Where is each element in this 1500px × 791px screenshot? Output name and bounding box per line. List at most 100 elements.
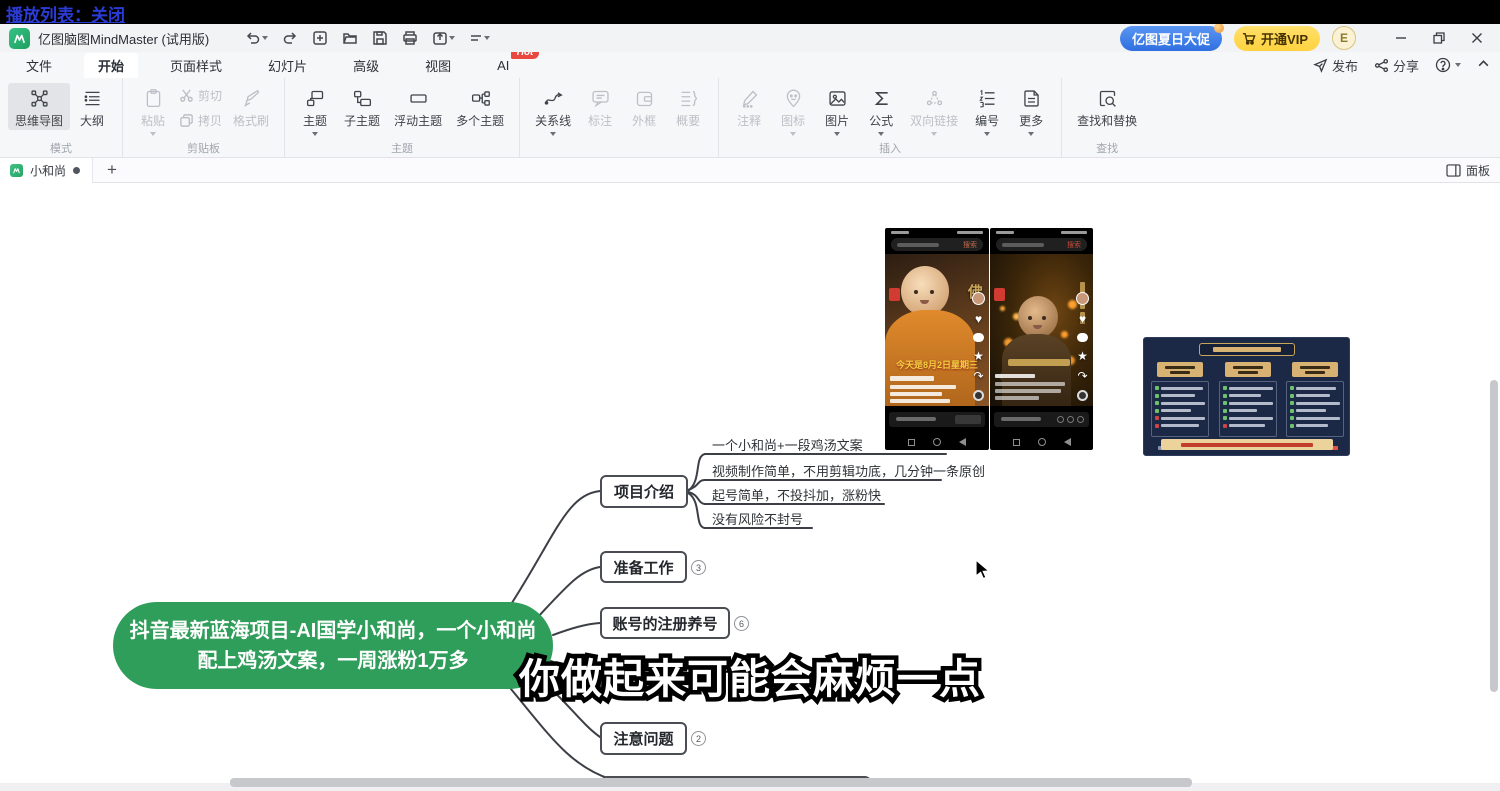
user-avatar[interactable]: E (1332, 26, 1356, 50)
subtopic-item[interactable]: 没有风险不封号 (712, 509, 803, 528)
print-button[interactable] (400, 28, 420, 48)
panel-toggle-button[interactable]: 面板 (1446, 162, 1490, 179)
central-topic[interactable]: 抖音最新蓝海项目-AI国学小和尚，一个小和尚配上鸡汤文案，一周涨粉1万多 (113, 602, 553, 689)
plan-comparison-image[interactable] (1143, 337, 1350, 456)
callout-button[interactable]: 标注 (578, 83, 622, 130)
collapse-badge[interactable]: 3 (691, 560, 706, 575)
share-forward-icon: ↷ (1077, 370, 1087, 382)
action-rail: ♥ ★ ↷ (971, 292, 986, 401)
unsaved-indicator (73, 167, 80, 174)
topic-preparation[interactable]: 准备工作 (600, 551, 687, 583)
subtopic-item[interactable]: 一个小和尚+一段鸡汤文案 (712, 435, 863, 454)
export-button[interactable] (430, 28, 457, 48)
tab-advanced[interactable]: 高级 (339, 53, 393, 78)
comment-button[interactable]: 注释 (727, 83, 771, 130)
group-label-find: 查找 (1062, 140, 1152, 156)
publish-icon (1313, 58, 1328, 73)
topic-attention-issues[interactable]: 注意问题 (600, 722, 687, 755)
plan-bottom-banner (1161, 439, 1333, 450)
minimize-button[interactable] (1386, 26, 1416, 50)
topic-account-register[interactable]: 账号的注册养号 (600, 607, 730, 639)
share-button[interactable]: 分享 (1374, 56, 1419, 75)
new-document-tab-button[interactable]: + (107, 160, 117, 180)
topic-project-intro[interactable]: 项目介绍 (600, 475, 688, 508)
redo-button[interactable] (280, 28, 300, 48)
collapse-ribbon-button[interactable] (1477, 57, 1490, 73)
ribbon-group-relation: 关系线 标注 外框 概要 (519, 78, 718, 157)
tab-page-style[interactable]: 页面样式 (156, 53, 236, 78)
summary-button[interactable]: 概要 (666, 83, 710, 130)
tab-slides[interactable]: 幻灯片 (254, 53, 321, 78)
douyin-screenshot-2[interactable]: 搜索 ♥ ★ ↷ (990, 228, 1093, 450)
mindmap-canvas[interactable]: 抖音最新蓝海项目-AI国学小和尚，一个小和尚配上鸡汤文案，一周涨粉1万多 项目介… (0, 183, 1500, 791)
subtopic-item[interactable]: 起号简单，不投抖加，涨粉快 (712, 485, 881, 504)
picture-caret-icon (834, 132, 840, 136)
vertical-scrollbar-thumb[interactable] (1490, 380, 1498, 692)
favorite-icon: ★ (973, 350, 984, 362)
customize-caret-icon (484, 36, 490, 40)
phone-status-bar (891, 231, 983, 235)
tab-home[interactable]: 开始 (84, 53, 138, 78)
export-caret-icon (449, 36, 455, 40)
collapse-badge[interactable] (696, 672, 711, 687)
floating-topic-button[interactable]: 浮动主题 (387, 83, 449, 130)
group-label-insert: 插入 (719, 140, 1061, 156)
comment-icon (973, 333, 984, 342)
hyperlink-button[interactable]: 双向链接 (903, 83, 965, 137)
tab-ai[interactable]: AIHot (483, 55, 523, 76)
topic-hidden-behind-subtitle[interactable] (600, 663, 692, 696)
format-painter-button[interactable]: 格式刷 (226, 83, 276, 130)
subtopic-button[interactable]: 子主题 (337, 83, 387, 130)
help-button[interactable] (1435, 57, 1461, 73)
paste-caret-icon (150, 132, 156, 136)
titlebar: 亿图脑图MindMaster (试用版) 亿图夏日大促 (0, 24, 1500, 52)
multiple-topics-button[interactable]: 多个主题 (449, 83, 511, 130)
boundary-button[interactable]: 外框 (622, 83, 666, 130)
summer-promo-badge[interactable]: 亿图夏日大促 (1120, 26, 1222, 51)
collapse-badge[interactable]: 6 (734, 616, 749, 631)
new-file-button[interactable] (310, 28, 330, 48)
caption-line (995, 374, 1035, 378)
undo-button[interactable] (243, 28, 270, 48)
group-label-clipboard: 剪贴板 (123, 140, 284, 156)
vip-button[interactable]: 开通VIP (1234, 26, 1320, 51)
favorite-icon: ★ (1077, 350, 1088, 362)
save-button[interactable] (370, 28, 390, 48)
subtopic-item[interactable]: 视频制作简单，不用剪辑功底，几分钟一条原创 (712, 461, 985, 480)
caption-line (995, 389, 1061, 393)
close-button[interactable] (1462, 26, 1492, 50)
relationship-caret-icon (550, 132, 556, 136)
formula-caret-icon (878, 132, 884, 136)
restore-button[interactable] (1424, 26, 1454, 50)
horizontal-scrollbar-thumb[interactable] (230, 778, 1192, 787)
topic-button[interactable]: 主题 (293, 83, 337, 137)
ribbon-group-find: 查找和替换 查找 (1061, 78, 1152, 157)
paste-button[interactable]: 粘贴 (131, 83, 175, 137)
mindmap-mode-button[interactable]: 思维导图 (8, 83, 70, 130)
open-file-button[interactable] (340, 28, 360, 48)
comment-icon (1077, 333, 1088, 342)
cut-button[interactable]: 剪切 (179, 87, 222, 104)
caption-line (995, 382, 1065, 386)
copy-button[interactable]: 拷贝 (179, 112, 222, 129)
document-tab[interactable]: 小和尚 (0, 158, 93, 183)
douyin-screenshot-1[interactable]: 搜索 佛 ♥ ★ ↷ 今天是8月2日星期三 (885, 228, 989, 450)
plan-title-pill (1199, 343, 1295, 356)
cart-icon (1242, 32, 1256, 45)
relationship-button[interactable]: 关系线 (528, 83, 578, 137)
more-insert-button[interactable]: 更多 (1009, 83, 1053, 137)
find-replace-button[interactable]: 查找和替换 (1070, 83, 1144, 130)
numbering-button[interactable]: 编号 (965, 83, 1009, 137)
customize-toolbar-button[interactable] (467, 29, 492, 47)
numbering-caret-icon (984, 132, 990, 136)
formula-button[interactable]: 公式 (859, 83, 903, 137)
publish-button[interactable]: 发布 (1313, 56, 1358, 75)
outline-mode-button[interactable]: 大纲 (70, 83, 114, 130)
collapse-badge[interactable]: 2 (691, 731, 706, 746)
icon-button[interactable]: 图标 (771, 83, 815, 137)
document-tabbar: 小和尚 + 面板 (0, 158, 1500, 183)
tab-view[interactable]: 视图 (411, 53, 465, 78)
help-icon (1435, 57, 1451, 73)
tab-file[interactable]: 文件 (12, 53, 66, 78)
picture-button[interactable]: 图片 (815, 83, 859, 137)
